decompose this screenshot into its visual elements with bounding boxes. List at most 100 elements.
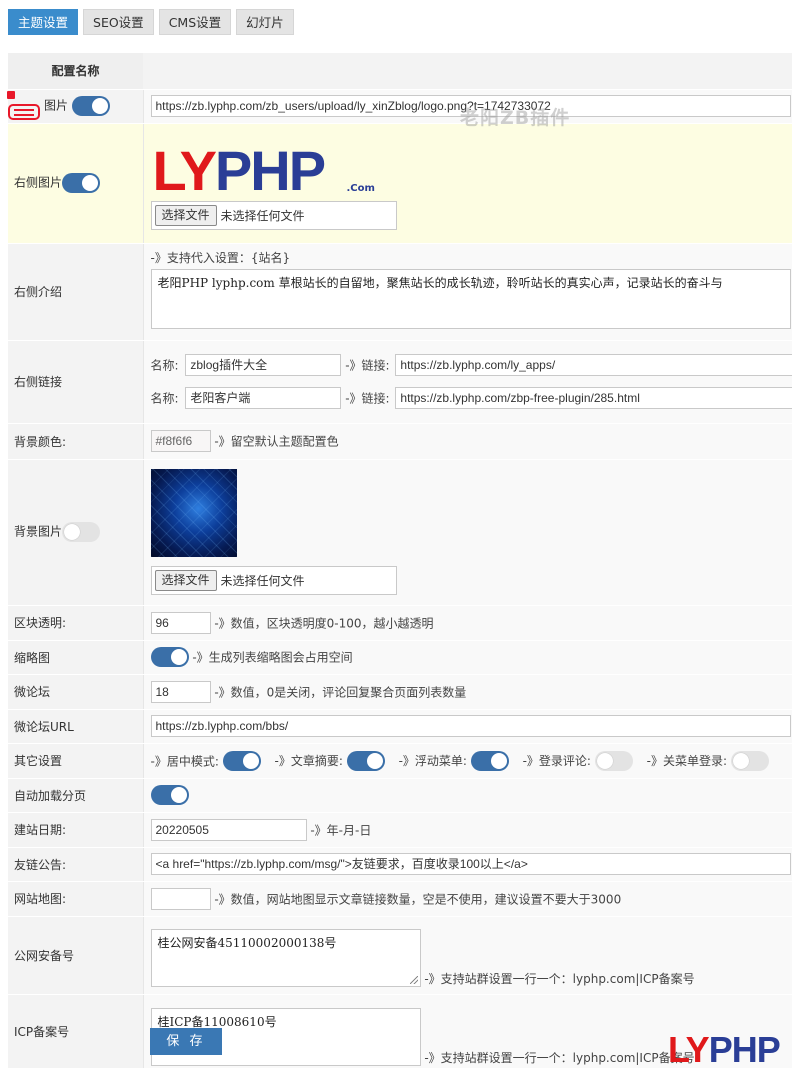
row-police-record: 公网安备号 桂公网安备45110002000138号 -》支持站群设置一行一个：… (8, 916, 792, 994)
bg-image-label: 背景图片 (14, 525, 62, 539)
thumbnail-label: 缩略图 (8, 640, 143, 674)
tab-seo-settings[interactable]: SEO设置 (83, 9, 154, 35)
icp-record-label: ICP备案号 (8, 994, 143, 1068)
sitemap-input[interactable] (151, 888, 211, 910)
row-other-settings: 其它设置 -》居中模式: -》文章摘要: -》浮动菜单: -》登录评论: -》关… (8, 743, 792, 778)
float-menu-toggle[interactable] (471, 751, 509, 771)
icp-record-note: -》支持站群设置一行一个：lyphp.com|ICP备案号 (424, 1051, 694, 1065)
row-auto-paging: 自动加载分页 (8, 778, 792, 812)
row-friend-notice: 友链公告: <a href="https://zb.lyphp.com/msg/… (8, 847, 792, 881)
article-summary-toggle[interactable] (347, 751, 385, 771)
auto-paging-toggle[interactable] (151, 785, 189, 805)
micro-forum-input[interactable]: 18 (151, 681, 211, 703)
resize-handle-icon[interactable] (410, 976, 418, 984)
bg-image-toggle[interactable] (62, 522, 100, 542)
bg-color-value-cell: #f8f6f6 -》留空默认主题配置色 (143, 423, 792, 459)
right-links-label: 右侧链接 (8, 340, 143, 423)
block-alpha-input[interactable]: 96 (151, 612, 211, 634)
link-name-label: 名称: (151, 392, 179, 406)
block-alpha-label: 区块透明: (8, 605, 143, 640)
link-name-input[interactable]: 老阳客户端 (185, 387, 341, 409)
block-alpha-note: -》数值，区块透明度0-100，越小越透明 (214, 616, 433, 630)
save-button[interactable]: 保 存 (150, 1028, 222, 1055)
row-thumbnail: 缩略图 -》生成列表缩略图会占用空间 (8, 640, 792, 674)
police-record-value-cell: 桂公网安备45110002000138号 -》支持站群设置一行一个：lyphp.… (143, 916, 792, 994)
link-name-input[interactable]: zblog插件大全 (185, 354, 341, 376)
logo-toggle[interactable] (72, 96, 110, 116)
police-record-note: -》支持站群设置一行一个：lyphp.com|ICP备案号 (424, 972, 694, 986)
thumbnail-note: -》生成列表缩略图会占用空间 (192, 651, 352, 665)
micro-forum-url-label: 微论坛URL (8, 709, 143, 743)
center-mode-toggle[interactable] (223, 751, 261, 771)
thumbnail-toggle[interactable] (151, 647, 189, 667)
build-date-value-cell: 20220505 -》年-月-日 (143, 812, 792, 847)
row-bg-image: 背景图片 选择文件 未选择任何文件 (8, 459, 792, 605)
center-mode-label: -》居中模式: (151, 754, 219, 768)
right-links-value-cell: 名称: zblog插件大全 -》链接: https://zb.lyphp.com… (143, 340, 792, 423)
login-comment-label: -》登录评论: (523, 754, 591, 768)
row-right-links: 右侧链接 名称: zblog插件大全 -》链接: https://zb.lyph… (8, 340, 792, 423)
right-image-logo: LYPHP (153, 143, 325, 199)
friend-notice-input[interactable]: <a href="https://zb.lyphp.com/msg/">友链要求… (151, 853, 791, 875)
police-record-text: 桂公网安备45110002000138号 (158, 936, 337, 950)
micro-forum-note: -》数值，0是关闭，评论回复聚合页面列表数量 (214, 685, 466, 699)
friend-notice-value-cell: <a href="https://zb.lyphp.com/msg/">友链要求… (143, 847, 792, 881)
bg-image-value-cell: 选择文件 未选择任何文件 (143, 459, 792, 605)
link-url-label: -》链接: (345, 392, 389, 406)
right-intro-value-cell: -》支持代入设置：{站名} 老阳PHP lyphp.com 草根站长的自留地，聚… (143, 243, 792, 340)
float-menu-label: -》浮动菜单: (399, 754, 467, 768)
row-block-alpha: 区块透明: 96 -》数值，区块透明度0-100，越小越透明 (8, 605, 792, 640)
other-settings-label: 其它设置 (8, 743, 143, 778)
tab-theme-settings[interactable]: 主题设置 (8, 9, 78, 35)
build-date-label: 建站日期: (8, 812, 143, 847)
micro-forum-label: 微论坛 (8, 674, 143, 709)
build-date-note: -》年-月-日 (310, 823, 371, 837)
tab-slideshow[interactable]: 幻灯片 (236, 9, 294, 35)
table-header: 配置名称 (8, 53, 792, 89)
close-menu-login-label: -》关菜单登录: (647, 754, 727, 768)
settings-tabs: 主题设置 SEO设置 CMS设置 幻灯片 (8, 9, 294, 35)
auto-paging-value-cell (143, 778, 792, 812)
record-icon (7, 91, 41, 123)
row-bg-color: 背景颜色: #f8f6f6 -》留空默认主题配置色 (8, 423, 792, 459)
row-micro-forum-url: 微论坛URL https://zb.lyphp.com/bbs/ (8, 709, 792, 743)
police-record-label: 公网安备号 (8, 916, 143, 994)
micro-forum-url-input[interactable]: https://zb.lyphp.com/bbs/ (151, 715, 791, 737)
thumbnail-value-cell: -》生成列表缩略图会占用空间 (143, 640, 792, 674)
right-link-row-1: 名称: zblog插件大全 -》链接: https://zb.lyphp.com… (151, 354, 792, 376)
right-intro-label: 右侧介绍 (8, 243, 143, 340)
right-image-toggle[interactable] (62, 173, 100, 193)
bg-image-file-picker: 选择文件 未选择任何文件 (151, 566, 397, 595)
bg-image-choose-file-button[interactable]: 选择文件 (155, 570, 217, 591)
link-name-label: 名称: (151, 359, 179, 373)
sitemap-note: -》数值，网站地图显示文章链接数量，空是不使用，建议设置不要大于3000 (214, 892, 621, 906)
right-intro-hint: -》支持代入设置：{站名} (151, 249, 792, 266)
bg-image-preview (151, 469, 237, 557)
right-image-label: 右侧图片 (14, 176, 62, 190)
watermark-logo: LYPHP (668, 1029, 780, 1071)
block-alpha-value-cell: 96 -》数值，区块透明度0-100，越小越透明 (143, 605, 792, 640)
row-right-image: 右侧图片 LYPHP .Com 选择文件 未选择任何文件 (8, 123, 792, 243)
config-table: 配置名称 图片 https://zb.lyphp.com/zb_users/up… (8, 53, 792, 1069)
bg-image-label-cell: 背景图片 (8, 459, 143, 605)
other-settings-value-cell: -》居中模式: -》文章摘要: -》浮动菜单: -》登录评论: -》关菜单登录: (143, 743, 792, 778)
police-record-textarea[interactable]: 桂公网安备45110002000138号 (151, 929, 421, 987)
close-menu-login-toggle[interactable] (731, 751, 769, 771)
right-intro-textarea[interactable]: 老阳PHP lyphp.com 草根站长的自留地，聚焦站长的成长轨迹，聆听站长的… (151, 269, 791, 329)
bg-color-input[interactable]: #f8f6f6 (151, 430, 211, 452)
bg-image-file-status: 未选择任何文件 (221, 572, 305, 589)
row-right-intro: 右侧介绍 -》支持代入设置：{站名} 老阳PHP lyphp.com 草根站长的… (8, 243, 792, 340)
right-image-label-cell: 右侧图片 (8, 123, 143, 243)
link-url-input[interactable]: https://zb.lyphp.com/zbp-free-plugin/285… (395, 387, 792, 409)
login-comment-toggle[interactable] (595, 751, 633, 771)
build-date-input[interactable]: 20220505 (151, 819, 307, 841)
tab-cms-settings[interactable]: CMS设置 (159, 9, 231, 35)
micro-forum-value-cell: 18 -》数值，0是关闭，评论回复聚合页面列表数量 (143, 674, 792, 709)
friend-notice-label: 友链公告: (8, 847, 143, 881)
bg-color-label: 背景颜色: (8, 423, 143, 459)
right-image-logo-suffix: .Com (347, 183, 375, 194)
micro-forum-url-value-cell: https://zb.lyphp.com/bbs/ (143, 709, 792, 743)
row-micro-forum: 微论坛 18 -》数值，0是关闭，评论回复聚合页面列表数量 (8, 674, 792, 709)
link-url-input[interactable]: https://zb.lyphp.com/ly_apps/ (395, 354, 792, 376)
right-image-choose-file-button[interactable]: 选择文件 (155, 205, 217, 226)
